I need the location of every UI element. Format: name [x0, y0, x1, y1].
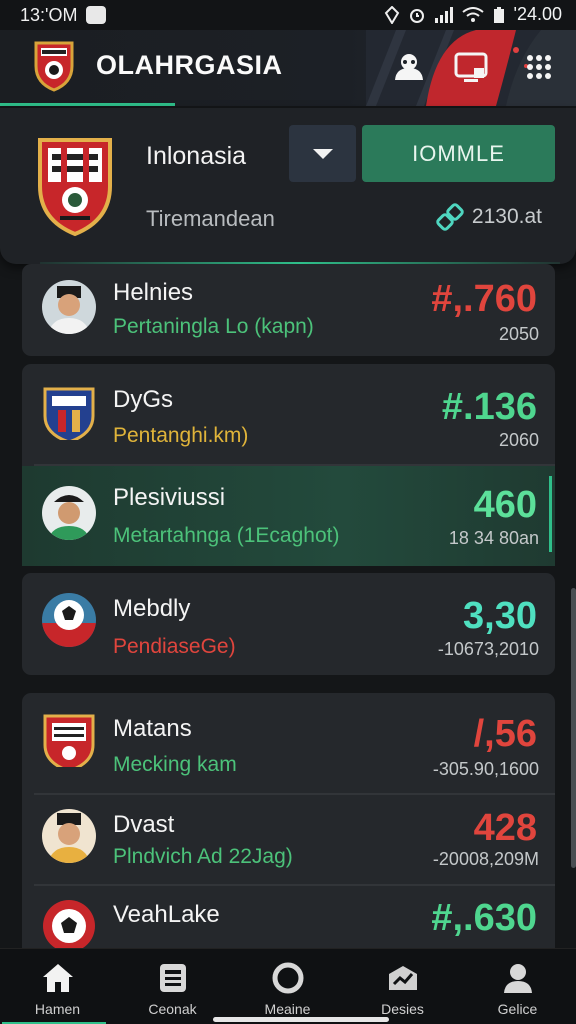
- player-value: 3,30: [463, 595, 537, 637]
- alarm-icon: [408, 6, 426, 24]
- player-value: 428: [473, 807, 537, 849]
- player-avatar: [42, 809, 96, 863]
- player-name: Dvast: [113, 811, 175, 838]
- link-icon: [436, 203, 464, 231]
- player-avatar: [42, 899, 96, 948]
- status-time: 13:'OM: [20, 5, 78, 25]
- chevron-down-icon: [312, 148, 333, 159]
- club-crest: [42, 713, 96, 767]
- player-subtitle: Pentanghi.km): [113, 424, 249, 447]
- player-value: /,56: [473, 713, 537, 755]
- apps-grid-button[interactable]: [520, 48, 558, 86]
- app-title: OLAHRGASIA: [96, 50, 283, 80]
- status-icons: '24.00: [384, 4, 562, 25]
- battery-text: '24.00: [513, 4, 562, 24]
- active-indicator: [0, 103, 175, 106]
- team-subtitle: Tiremandean: [146, 206, 275, 231]
- nav-label: Hamen: [34, 1001, 81, 1017]
- club-crest: [42, 386, 96, 440]
- wifi-icon: [461, 6, 484, 23]
- do-not-disturb-icon: [384, 5, 400, 24]
- player-meta: 18 34 80an: [448, 528, 539, 548]
- list-item[interactable]: DyGs Pentanghi.km) #.136 2060: [22, 364, 555, 464]
- player-meta: -20008,209M: [432, 849, 539, 869]
- chart-icon: [386, 961, 420, 995]
- player-value: #.136: [441, 386, 537, 428]
- team-name: Inlonasia: [146, 142, 247, 170]
- player-name: VeahLake: [113, 901, 220, 928]
- player-subtitle: Mecking kam: [113, 753, 237, 776]
- list-item[interactable]: Mebdly PendiaseGe) 3,30 -10673,2010: [22, 573, 555, 673]
- battery-icon: [492, 6, 506, 24]
- player-card: Matans Mecking kam /,56 -305.90,1600 Dva…: [22, 693, 555, 948]
- screen-icon: [454, 52, 488, 82]
- player-card: Helnies Pertaningla Lo (kapn) #,.760 205…: [22, 264, 555, 356]
- users-icon: [395, 54, 423, 80]
- list-item[interactable]: Dvast Plndvich Ad 22Jag) 428 -20008,209M: [22, 793, 555, 893]
- app-logo: [32, 40, 76, 97]
- player-value: 460: [473, 484, 537, 526]
- home-icon: [41, 961, 75, 995]
- status-bar: 13:'OM '24.00: [0, 0, 576, 30]
- player-value: #,.760: [431, 278, 537, 320]
- list-item-selected[interactable]: Plesiviussi Metartahnga (1Ecaghot) 460 1…: [22, 466, 555, 566]
- player-avatar: [42, 593, 96, 647]
- signal-icon: [434, 6, 454, 23]
- nav-home[interactable]: Hamen: [0, 949, 115, 1024]
- app-notification-icon: [86, 6, 106, 24]
- nav-label: Desies: [381, 1001, 424, 1017]
- nav-news[interactable]: Ceonak: [115, 949, 230, 1024]
- team-count-value: 2130.at: [471, 205, 542, 228]
- player-subtitle: Plndvich Ad 22Jag): [113, 845, 293, 868]
- profile-icon: [501, 961, 535, 995]
- player-subtitle: Pertaningla Lo (kapn): [113, 315, 314, 338]
- grid-icon: [527, 55, 551, 79]
- player-meta: 2050: [498, 324, 539, 344]
- player-name: Matans: [113, 715, 192, 742]
- player-name: Mebdly: [113, 595, 191, 622]
- nav-profile[interactable]: Gelice: [460, 949, 575, 1024]
- list-scrollbar[interactable]: [571, 588, 576, 868]
- home-indicator[interactable]: [213, 1017, 389, 1022]
- nav-label: Meaine: [264, 1001, 311, 1017]
- player-name: Plesiviussi: [113, 484, 226, 511]
- screen-cast-button[interactable]: [452, 48, 490, 86]
- player-card: Mebdly PendiaseGe) 3,30 -10673,2010: [22, 573, 555, 675]
- nav-matches[interactable]: Meaine: [230, 949, 345, 1024]
- app-bar: OLAHRGASIA: [0, 30, 576, 106]
- nav-label: Ceonak: [148, 1001, 197, 1017]
- news-icon: [156, 961, 190, 995]
- player-name: Helnies: [113, 279, 194, 306]
- list-item[interactable]: Matans Mecking kam /,56 -305.90,1600: [22, 693, 555, 793]
- list-item[interactable]: VeahLake #,.630: [22, 885, 555, 948]
- player-list: Helnies Pertaningla Lo (kapn) #,.760 205…: [0, 264, 576, 948]
- player-subtitle: PendiaseGe): [113, 635, 236, 658]
- team-count: 2130.at: [436, 202, 542, 232]
- player-avatar: [42, 486, 96, 540]
- primary-action-button[interactable]: IOMMLE: [362, 125, 555, 182]
- user-groups-button[interactable]: [390, 48, 428, 86]
- nav-label: Gelice: [497, 1001, 538, 1017]
- ball-icon: [271, 961, 305, 995]
- player-meta: -10673,2010: [437, 639, 539, 659]
- player-value: #,.630: [431, 897, 537, 939]
- team-header-card: Inlonasia IOMMLE Tiremandean 2130.at: [0, 108, 576, 264]
- nav-stats[interactable]: Desies: [345, 949, 460, 1024]
- player-card: DyGs Pentanghi.km) #.136 2060 Plesiviuss…: [22, 364, 555, 566]
- bottom-navigation: Hamen Ceonak Meaine Desies Gelice: [0, 948, 576, 1024]
- list-item[interactable]: Helnies Pertaningla Lo (kapn) #,.760 205…: [22, 264, 555, 360]
- team-dropdown-button[interactable]: [289, 125, 356, 182]
- player-subtitle: Metartahnga (1Ecaghot): [113, 524, 340, 547]
- team-crest: [36, 134, 114, 243]
- player-name: DyGs: [113, 386, 173, 413]
- player-meta: -305.90,1600: [432, 759, 539, 779]
- player-avatar: [42, 280, 96, 334]
- player-meta: 2060: [498, 430, 539, 450]
